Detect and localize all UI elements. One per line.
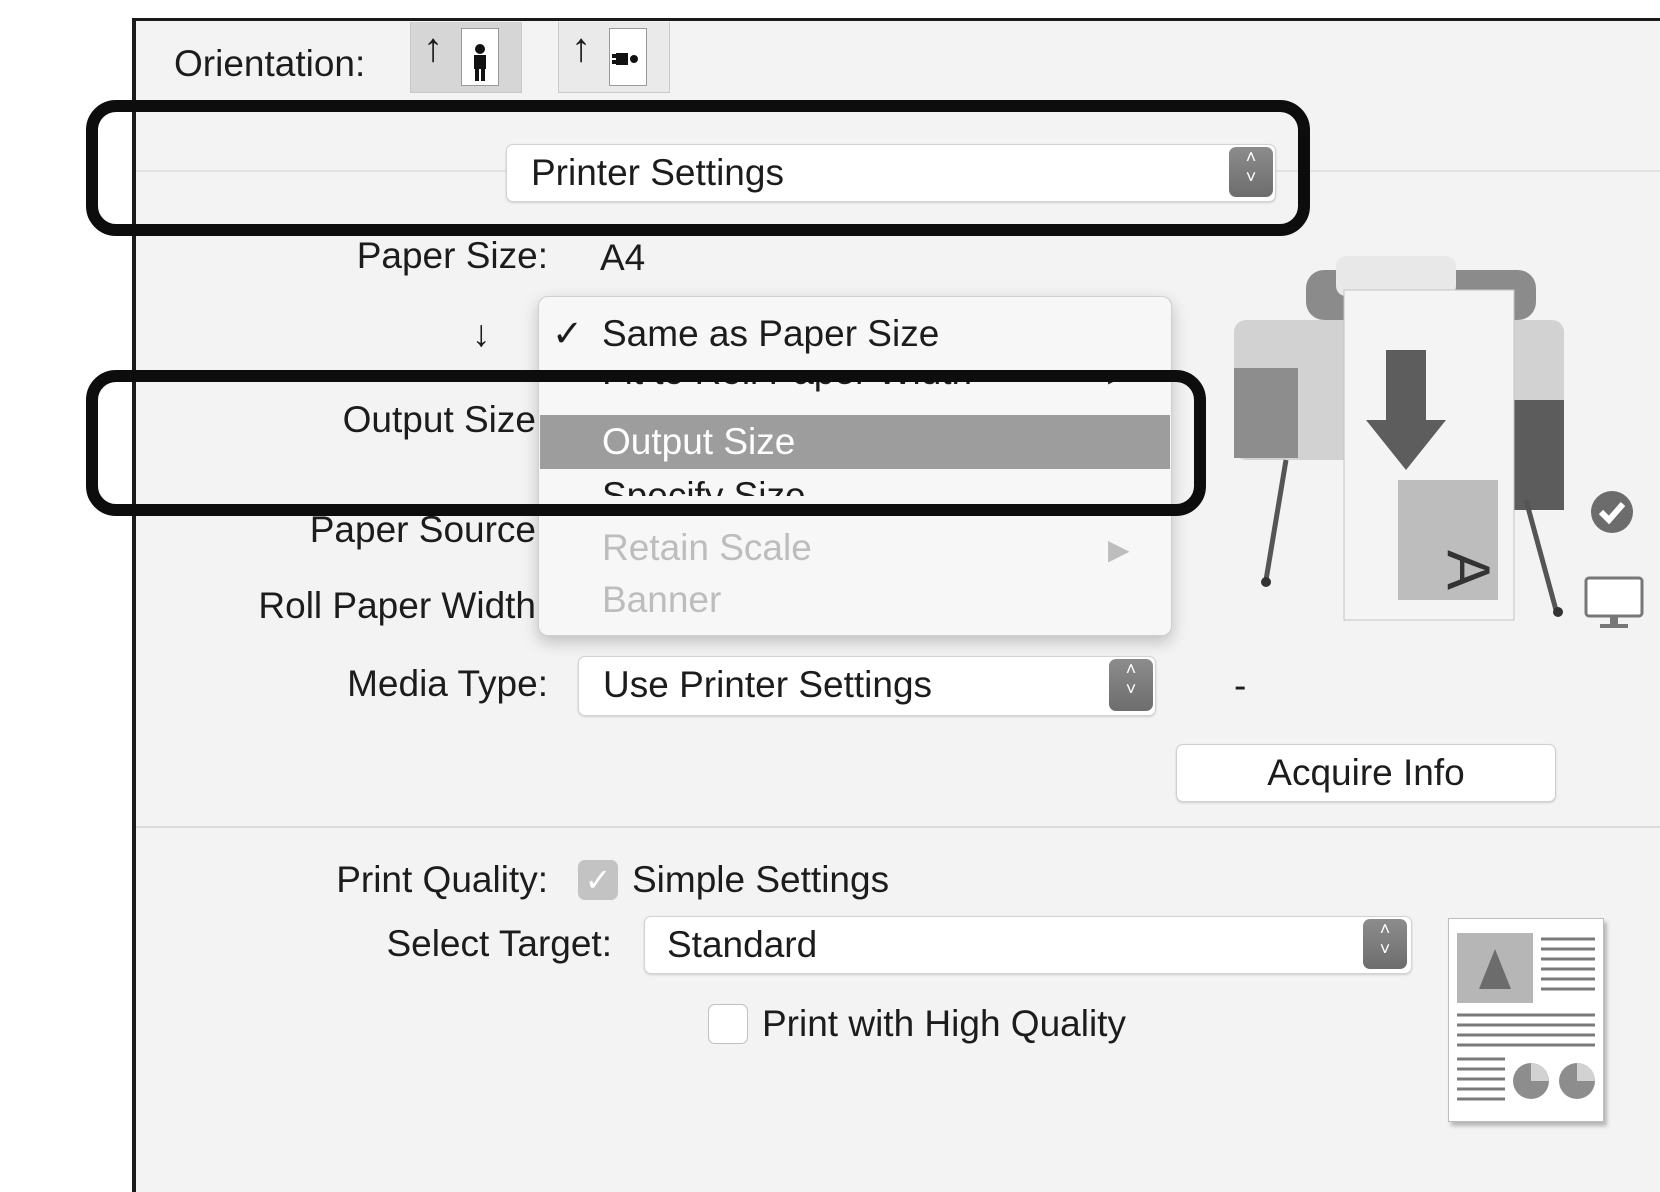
landscape-orientation-icon bbox=[609, 28, 647, 86]
document-preview-icon bbox=[1448, 918, 1604, 1122]
up-arrow-icon: ↑ bbox=[423, 26, 443, 70]
orientation-landscape-button[interactable]: ↑ bbox=[558, 22, 670, 93]
menu-item-banner[interactable]: Banner bbox=[602, 578, 721, 622]
portrait-orientation-icon bbox=[461, 28, 499, 86]
popup-stepper-icon: ˄ ˅ bbox=[1109, 659, 1153, 711]
svg-text:A: A bbox=[1435, 550, 1502, 590]
section-separator bbox=[136, 826, 1660, 828]
select-target-label: Select Target: bbox=[386, 923, 612, 964]
media-type-value: Use Printer Settings bbox=[603, 664, 933, 705]
select-target-value: Standard bbox=[667, 924, 818, 965]
checkmark-icon: ✓ bbox=[552, 313, 584, 354]
checkmark-circle-icon bbox=[1588, 488, 1636, 536]
submenu-arrow-icon: ▶ bbox=[1108, 534, 1130, 565]
media-type-label: Media Type: bbox=[347, 663, 548, 704]
media-type-status: - bbox=[1234, 665, 1247, 706]
acquire-info-button[interactable]: Acquire Info bbox=[1176, 744, 1556, 802]
up-arrow-icon: ↑ bbox=[571, 26, 591, 70]
large-format-printer-icon: A bbox=[1226, 250, 1606, 640]
simple-settings-checkbox[interactable]: ✓ bbox=[578, 860, 618, 900]
popup-stepper-icon: ˄ ˅ bbox=[1363, 919, 1407, 969]
high-quality-label: Print with High Quality bbox=[762, 1003, 1126, 1044]
select-target-popup[interactable]: Standard ˄ ˅ bbox=[644, 916, 1412, 974]
paper-size-label: Paper Size: bbox=[356, 235, 548, 276]
media-type-popup[interactable]: Use Printer Settings ˄ ˅ bbox=[578, 656, 1156, 716]
print-quality-label: Print Quality: bbox=[336, 859, 548, 900]
down-arrow-icon: ↓ bbox=[472, 313, 491, 354]
menu-item-same-as-paper-size[interactable]: Same as Paper Size bbox=[602, 312, 939, 356]
monitor-icon bbox=[1584, 576, 1644, 630]
simple-settings-label: Simple Settings bbox=[632, 859, 890, 900]
high-quality-checkbox[interactable] bbox=[708, 1004, 748, 1044]
roll-paper-width-label: Roll Paper Width bbox=[258, 585, 536, 626]
menu-item-retain-scale[interactable]: Retain Scale bbox=[602, 526, 812, 570]
orientation-label: Orientation: bbox=[174, 43, 366, 84]
highlight-box-printer-settings bbox=[86, 100, 1310, 236]
paper-size-value: A4 bbox=[600, 237, 646, 278]
orientation-portrait-button[interactable]: ↑ bbox=[410, 22, 522, 93]
panel-top-border bbox=[132, 18, 1660, 21]
highlight-box-output-size bbox=[86, 370, 1206, 516]
